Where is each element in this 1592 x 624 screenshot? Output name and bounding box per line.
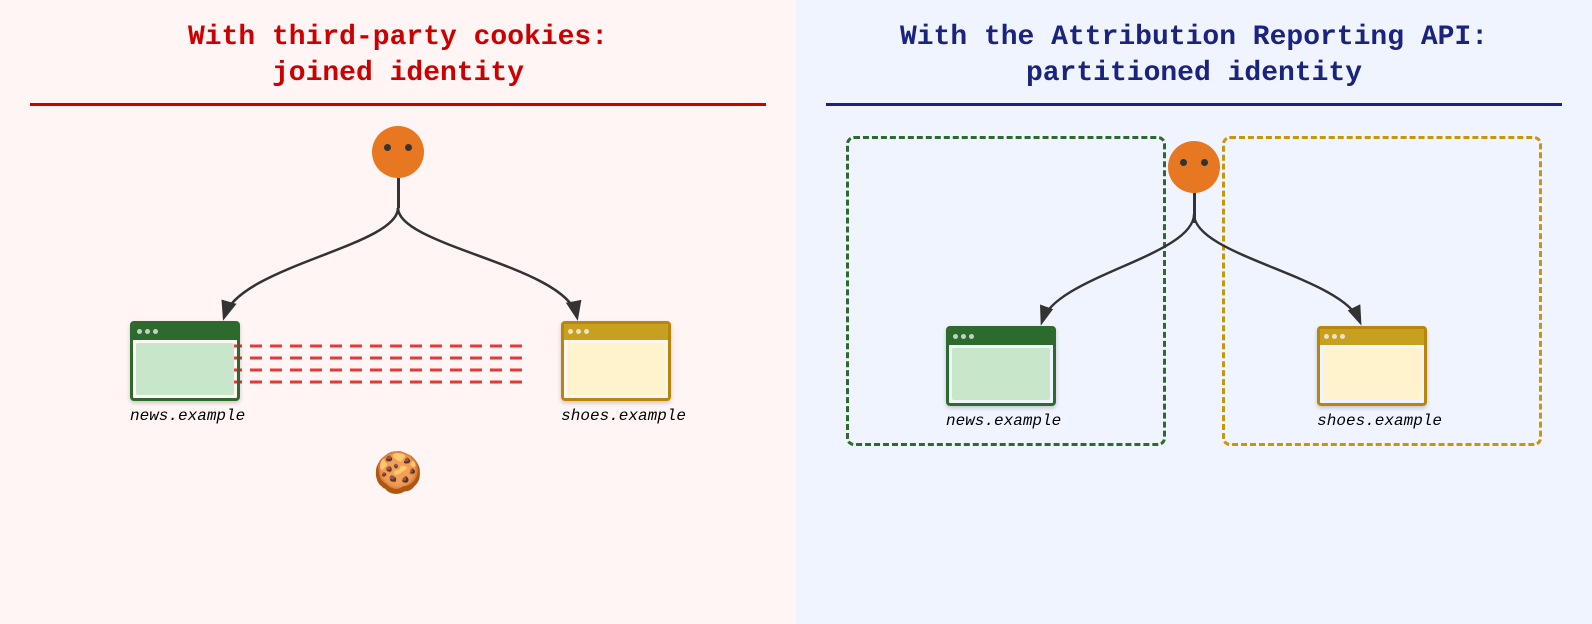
right-panel-title: With the Attribution Reporting API: part… (900, 20, 1488, 93)
right-title-line2: partitioned identity (1026, 58, 1362, 89)
right-news-content (952, 348, 1050, 400)
rdot4 (1324, 334, 1329, 339)
left-person (372, 126, 424, 208)
left-person-head (372, 126, 424, 178)
left-panel: With third-party cookies: joined identit… (0, 0, 796, 624)
right-person (1168, 141, 1220, 223)
left-news-browser-window (130, 321, 240, 401)
right-shoes-browser: shoes.example (1317, 326, 1442, 430)
right-shoes-label: shoes.example (1317, 412, 1442, 430)
dot6 (584, 329, 589, 334)
right-news-toolbar (949, 329, 1053, 345)
dot4 (568, 329, 573, 334)
right-person-body (1193, 193, 1196, 223)
right-news-label: news.example (946, 412, 1061, 430)
right-title-line1: With the Attribution Reporting API: (900, 22, 1488, 53)
rdot2 (961, 334, 966, 339)
left-shoes-label: shoes.example (561, 407, 686, 425)
left-divider (30, 103, 766, 106)
right-divider (826, 103, 1562, 106)
right-shoes-browser-window (1317, 326, 1427, 406)
rdot1 (953, 334, 958, 339)
left-shoes-content (567, 343, 665, 395)
right-diagram: news.example shoes.example (826, 126, 1562, 506)
rdot3 (969, 334, 974, 339)
left-panel-title: With third-party cookies: joined identit… (188, 20, 608, 93)
right-shoes-toolbar (1320, 329, 1424, 345)
left-person-body (397, 178, 400, 208)
left-diagram: news.example shoes.example 🍪 (30, 126, 766, 506)
left-shoes-browser: shoes.example (561, 321, 686, 425)
cookie-icon: 🍪 (373, 449, 423, 496)
left-news-browser: news.example (130, 321, 245, 425)
red-dashed-connection (230, 336, 530, 396)
right-shoes-content (1323, 348, 1421, 400)
rdot5 (1332, 334, 1337, 339)
left-shoes-browser-window (561, 321, 671, 401)
right-person-head (1168, 141, 1220, 193)
dot1 (137, 329, 142, 334)
left-title-line2: joined identity (272, 58, 524, 89)
rdot6 (1340, 334, 1345, 339)
left-news-content (136, 343, 234, 395)
dot2 (145, 329, 150, 334)
right-panel: With the Attribution Reporting API: part… (796, 0, 1592, 624)
dot3 (153, 329, 158, 334)
left-title-line1: With third-party cookies: (188, 22, 608, 53)
left-shoes-toolbar (564, 324, 668, 340)
right-news-browser-window (946, 326, 1056, 406)
dot5 (576, 329, 581, 334)
left-news-toolbar (133, 324, 237, 340)
right-news-browser: news.example (946, 326, 1061, 430)
left-news-label: news.example (130, 407, 245, 425)
